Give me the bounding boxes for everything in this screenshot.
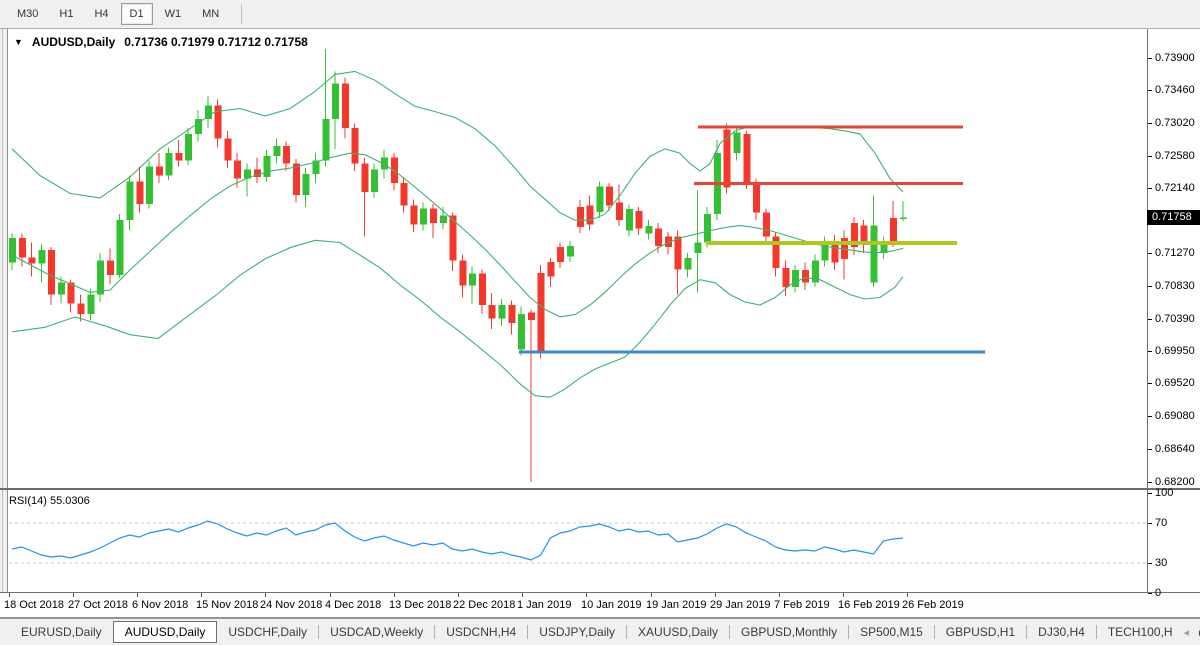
rsi-tick-mark bbox=[1148, 593, 1152, 594]
pane-separator[interactable] bbox=[0, 488, 1200, 490]
current-price-badge: 0.71758 bbox=[1147, 210, 1200, 225]
date-tick-label: 27 Oct 2018 bbox=[68, 599, 128, 611]
price-tick-mark bbox=[1148, 253, 1152, 254]
chart-title: ▼ AUDUSD,Daily 0.71736 0.71979 0.71712 0… bbox=[14, 35, 308, 49]
price-tick-mark bbox=[1148, 319, 1152, 320]
date-tick-mark bbox=[73, 593, 74, 597]
date-tick-mark bbox=[522, 593, 523, 597]
chart-tab-sp500-m15[interactable]: SP500,M15 bbox=[849, 622, 934, 642]
price-tick-label: 0.72580 bbox=[1155, 150, 1195, 162]
price-tick-label: 0.73900 bbox=[1155, 52, 1195, 64]
chart-tab-usdchf-daily[interactable]: USDCHF,Daily bbox=[217, 622, 318, 642]
chart-tab-usdjpy-daily[interactable]: USDJPY,Daily bbox=[528, 622, 626, 642]
chart-tabs: EURUSD,DailyAUDUSD,DailyUSDCHF,DailyUSDC… bbox=[10, 621, 1184, 643]
date-tick-label: 4 Dec 2018 bbox=[325, 599, 381, 611]
price-tick-label: 0.69520 bbox=[1155, 377, 1195, 389]
chart-canvas[interactable] bbox=[0, 0, 1200, 645]
date-tick-label: 1 Jan 2019 bbox=[517, 599, 571, 611]
date-tick-label: 10 Jan 2019 bbox=[581, 599, 642, 611]
candlesticks bbox=[9, 49, 907, 482]
window-left-edge bbox=[0, 29, 8, 618]
date-tick-label: 26 Feb 2019 bbox=[902, 599, 964, 611]
bollinger-upper-band bbox=[12, 71, 903, 220]
price-tick-mark bbox=[1148, 58, 1152, 59]
price-tick-label: 0.73020 bbox=[1155, 117, 1195, 129]
price-axis-separator bbox=[1147, 29, 1148, 593]
price-tick-mark bbox=[1148, 123, 1152, 124]
date-tick-mark bbox=[394, 593, 395, 597]
date-tick-mark bbox=[715, 593, 716, 597]
date-tick-label: 7 Feb 2019 bbox=[774, 599, 830, 611]
bollinger-lower-band bbox=[12, 240, 903, 397]
price-tick-label: 0.69080 bbox=[1155, 410, 1195, 422]
symbol-dropdown-icon[interactable]: ▼ bbox=[14, 37, 23, 47]
price-tick-mark bbox=[1148, 156, 1152, 157]
price-tick-mark bbox=[1148, 383, 1152, 384]
rsi-tick-mark bbox=[1148, 563, 1152, 564]
rsi-line bbox=[12, 521, 903, 560]
date-tick-mark bbox=[586, 593, 587, 597]
chart-tab-bar: EURUSD,DailyAUDUSD,DailyUSDCHF,DailyUSDC… bbox=[0, 618, 1200, 645]
chart-tab-gbpusd-monthly[interactable]: GBPUSD,Monthly bbox=[730, 622, 848, 642]
price-tick-label: 0.70830 bbox=[1155, 280, 1195, 292]
date-tick-mark bbox=[201, 593, 202, 597]
price-tick-label: 0.70390 bbox=[1155, 313, 1195, 325]
date-tick-mark bbox=[843, 593, 844, 597]
date-tick-label: 6 Nov 2018 bbox=[132, 599, 188, 611]
rsi-tick-label: 0 bbox=[1155, 587, 1161, 599]
chart-tab-xauusd-daily[interactable]: XAUUSD,Daily bbox=[627, 622, 729, 642]
price-tick-label: 0.71270 bbox=[1155, 247, 1195, 259]
price-pane bbox=[9, 49, 985, 482]
price-tick-mark bbox=[1148, 90, 1152, 91]
date-tick-mark bbox=[651, 593, 652, 597]
date-tick-mark bbox=[9, 593, 10, 597]
price-tick-label: 0.68640 bbox=[1155, 443, 1195, 455]
rsi-tick-mark bbox=[1148, 523, 1152, 524]
chart-tab-tech100-h[interactable]: TECH100,H bbox=[1097, 622, 1184, 642]
rsi-tick-label: 70 bbox=[1155, 517, 1167, 529]
chart-tab-dj30-h4[interactable]: DJ30,H4 bbox=[1027, 622, 1096, 642]
chart-tab-audusd-daily[interactable]: AUDUSD,Daily bbox=[113, 621, 218, 643]
date-tick-label: 29 Jan 2019 bbox=[710, 599, 771, 611]
chart-tab-usdcad-weekly[interactable]: USDCAD,Weekly bbox=[319, 622, 434, 642]
date-tick-label: 18 Oct 2018 bbox=[4, 599, 64, 611]
price-tick-mark bbox=[1148, 351, 1152, 352]
chart-tab-gbpusd-h1[interactable]: GBPUSD,H1 bbox=[935, 622, 1026, 642]
price-tick-label: 0.73460 bbox=[1155, 84, 1195, 96]
rsi-pane bbox=[9, 521, 1146, 563]
rsi-indicator-label: RSI(14) 55.0306 bbox=[9, 495, 90, 507]
rsi-tick-label: 100 bbox=[1155, 487, 1173, 499]
price-tick-mark bbox=[1148, 482, 1152, 483]
date-tick-label: 19 Jan 2019 bbox=[646, 599, 707, 611]
chart-symbol-label: AUDUSD,Daily bbox=[32, 35, 115, 49]
chart-tab-eurusd-daily[interactable]: EURUSD,Daily bbox=[10, 622, 113, 642]
date-tick-label: 24 Nov 2018 bbox=[260, 599, 322, 611]
tab-scroll-left-icon[interactable]: ◂ bbox=[1184, 626, 1190, 639]
price-tick-mark bbox=[1148, 286, 1152, 287]
date-tick-label: 13 Dec 2018 bbox=[389, 599, 451, 611]
rsi-tick-mark bbox=[1148, 493, 1152, 494]
chart-tab-usdcnh-h4[interactable]: USDCNH,H4 bbox=[435, 622, 527, 642]
price-tick-label: 0.69950 bbox=[1155, 345, 1195, 357]
price-tick-label: 0.72140 bbox=[1155, 182, 1195, 194]
date-tick-label: 16 Feb 2019 bbox=[838, 599, 900, 611]
date-tick-mark bbox=[907, 593, 908, 597]
chart-ohlc-values: 0.71736 0.71979 0.71712 0.71758 bbox=[124, 35, 308, 49]
tab-scroll-arrows: ◂ ▸ bbox=[1184, 626, 1200, 639]
mt4-window: M30H1H4D1W1MN ▼ AUDUSD,Daily 0.71736 0.7… bbox=[0, 0, 1200, 645]
date-tick-mark bbox=[779, 593, 780, 597]
date-tick-mark bbox=[137, 593, 138, 597]
price-tick-mark bbox=[1148, 188, 1152, 189]
date-tick-label: 15 Nov 2018 bbox=[196, 599, 258, 611]
date-tick-mark bbox=[458, 593, 459, 597]
date-tick-mark bbox=[265, 593, 266, 597]
price-tick-mark bbox=[1148, 416, 1152, 417]
date-tick-mark bbox=[330, 593, 331, 597]
date-tick-label: 22 Dec 2018 bbox=[453, 599, 515, 611]
rsi-tick-label: 30 bbox=[1155, 557, 1167, 569]
price-tick-mark bbox=[1148, 449, 1152, 450]
